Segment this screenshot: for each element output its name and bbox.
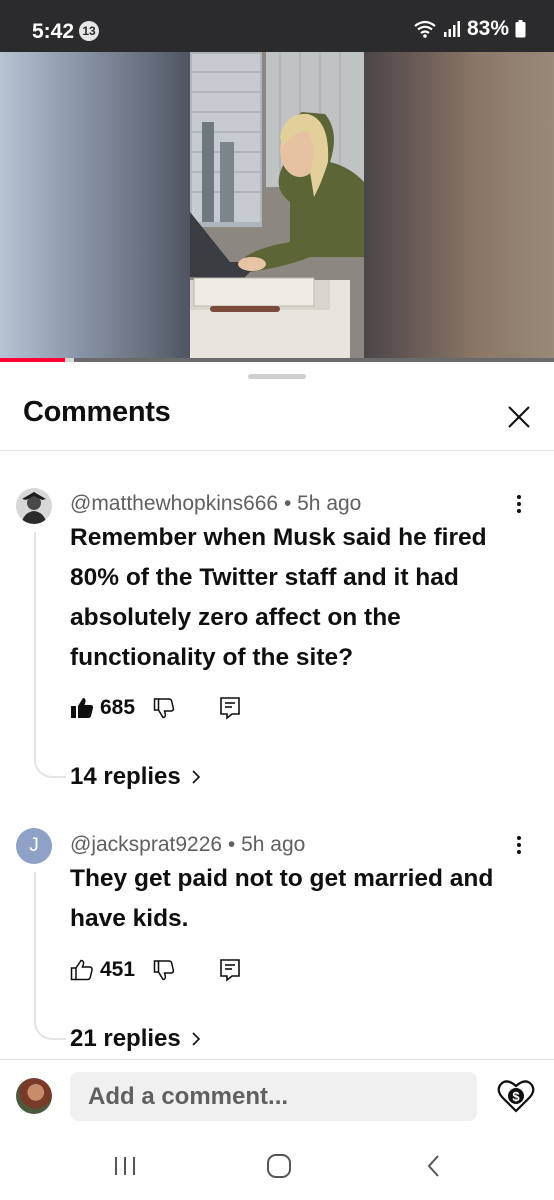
avatar-image [16,488,52,524]
signal-icon [443,21,460,37]
comment-meta: @jacksprat9226 • 5h ago [70,833,306,856]
like-button[interactable]: 451 [70,958,135,982]
replies-link[interactable]: 14 replies [70,763,201,791]
thread-line [34,872,66,1040]
sheet-title: Comments [23,396,171,428]
video-blur-left [0,52,190,362]
back-icon[interactable] [424,1154,444,1178]
battery-icon [515,20,526,38]
reply-button[interactable] [219,958,241,982]
home-icon[interactable] [266,1154,292,1178]
chevron-right-icon [191,769,201,785]
replies-count: 21 replies [70,1025,181,1052]
status-time: 5:42 [32,20,75,43]
composer-divider [0,1059,554,1060]
chevron-right-icon [191,1031,201,1047]
close-icon[interactable] [504,402,534,432]
drag-handle[interactable] [248,374,306,379]
battery-percent: 83% [466,17,509,40]
thanks-heart-icon[interactable]: $ [497,1078,535,1114]
thread-line [34,532,66,778]
comment-text: Remember when Musk said he fired 80% of … [70,524,487,671]
comment-text: They get paid not to get married and hav… [70,865,494,932]
replies-link[interactable]: 21 replies [70,1025,201,1053]
avatar[interactable] [16,488,52,524]
status-icons: 83% [413,17,526,41]
video-blur-right [364,52,554,362]
thumb-down-icon [153,698,175,719]
video-frame-image [190,52,364,362]
status-bar: 5:42 13 83% [0,0,554,52]
dislike-button[interactable] [153,959,175,981]
video-frame [190,52,364,362]
avatar[interactable]: J [16,828,52,864]
like-count: 685 [100,696,136,719]
system-nav-bar [0,1140,554,1200]
like-count: 451 [100,958,136,981]
sheet-divider [0,450,554,451]
svg-text:$: $ [512,1089,520,1104]
replies-count: 14 replies [70,763,181,790]
reply-icon [220,697,240,720]
video-player[interactable] [0,52,554,362]
like-button[interactable]: 685 [70,696,135,720]
notification-count-badge: 13 [79,21,99,41]
comment-actions: 685 [70,693,241,723]
user-avatar [16,1078,52,1114]
thumb-up-icon [70,959,93,981]
dislike-button[interactable] [153,697,175,719]
comment-input[interactable]: Add a comment... [70,1072,477,1121]
reply-icon [220,959,240,982]
thumb-down-icon [153,960,175,981]
wifi-icon [414,20,436,38]
thumb-up-icon [71,698,94,718]
recents-icon[interactable] [112,1154,138,1178]
reply-button[interactable] [219,696,241,720]
comment-actions: 451 [70,955,241,985]
comment-meta: @matthewhopkins666 • 5h ago [70,492,362,515]
